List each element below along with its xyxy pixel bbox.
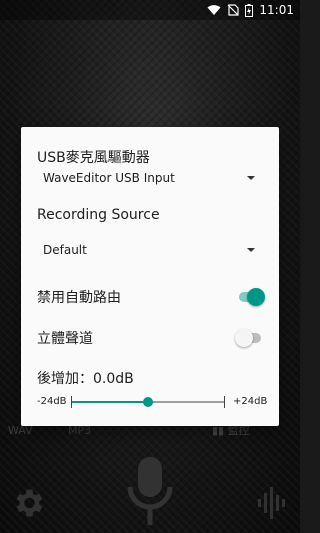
gain-label: 後增加：0.0dB	[37, 371, 134, 387]
dropdown-arrow-icon	[247, 176, 255, 180]
gain-slider[interactable]	[71, 396, 225, 408]
battery-charging-icon	[245, 3, 254, 17]
disable-auto-routing-switch[interactable]	[237, 287, 265, 307]
gain-slider-end-tick	[224, 396, 225, 408]
stereo-label: 立體聲道	[37, 331, 93, 347]
usb-driver-selected: WaveEditor USB Input	[43, 171, 175, 185]
switch-thumb	[235, 329, 253, 347]
recording-source-select[interactable]: Default	[43, 238, 255, 262]
usb-driver-select[interactable]: WaveEditor USB Input	[43, 166, 255, 190]
input-settings-dialog: USB麥克風驅動器 WaveEditor USB Input Recording…	[21, 127, 279, 426]
switch-thumb	[247, 288, 265, 306]
gain-slider-start-tick	[71, 396, 72, 408]
disable-auto-routing-label: 禁用自動路由	[37, 290, 121, 306]
stereo-switch[interactable]	[235, 328, 263, 348]
gain-slider-row: -24dB +24dB	[21, 393, 279, 411]
no-sim-icon	[227, 4, 240, 16]
dropdown-arrow-icon	[247, 248, 255, 252]
stereo-row[interactable]: 立體聲道	[37, 326, 263, 350]
usb-driver-title: USB麥克風驅動器	[37, 150, 150, 166]
recording-source-selected: Default	[43, 243, 87, 257]
recording-source-title: Recording Source	[37, 207, 160, 223]
gain-max-label: +24dB	[233, 396, 268, 407]
gain-slider-fill	[71, 401, 148, 403]
status-bar: 11:01	[0, 0, 300, 20]
disable-auto-routing-row[interactable]: 禁用自動路由	[37, 285, 265, 309]
gain-slider-thumb[interactable]	[143, 397, 153, 407]
wifi-icon	[207, 5, 221, 15]
gain-min-label: -24dB	[37, 396, 67, 407]
clock: 11:01	[259, 3, 294, 17]
